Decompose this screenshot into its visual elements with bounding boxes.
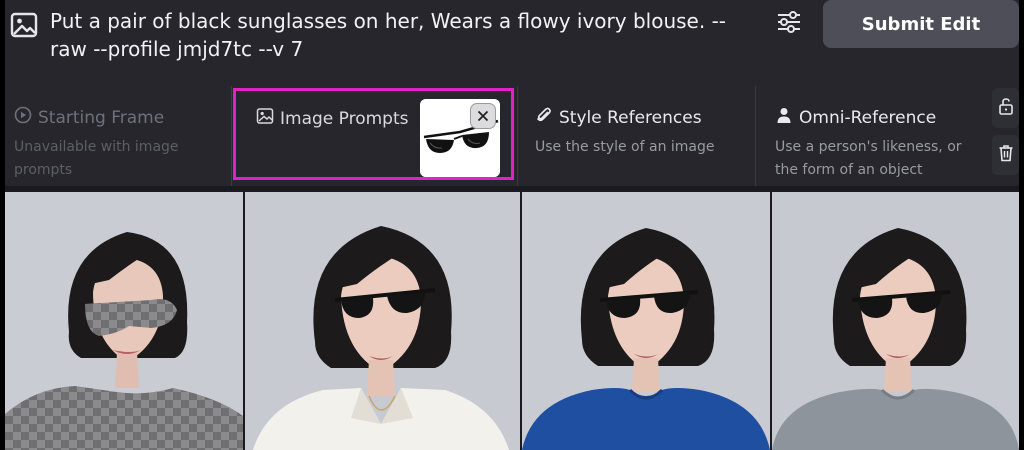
unlock-button[interactable] [992,88,1019,128]
prompt-text[interactable]: Put a pair of black sunglasses on her, W… [50,7,740,63]
close-icon [477,107,489,126]
omni-reference-description: Use a person's likeness, or the form of … [775,139,962,178]
side-tools [992,88,1019,182]
person-icon [775,106,793,130]
result-gallery [5,192,1019,450]
submit-edit-button[interactable]: Submit Edit [823,0,1019,48]
style-references-option[interactable]: Style References Use the style of an ima… [525,86,745,186]
style-references-title: Style References [559,108,702,128]
settings-button[interactable] [773,8,805,40]
divider [231,86,232,186]
starting-frame-description: Unavailable with image prompts [14,139,179,178]
starting-frame-option: Starting Frame Unavailable with image pr… [5,86,228,186]
editor-app: Put a pair of black sunglasses on her, W… [5,0,1019,450]
divider [755,86,756,186]
result-image[interactable] [245,192,520,450]
image-prompts-option[interactable]: Image Prompts [233,88,514,180]
prompt-bar: Put a pair of black sunglasses on her, W… [5,0,1019,86]
image-icon [9,10,39,40]
delete-button[interactable] [992,135,1019,175]
remove-image-prompt-button[interactable] [470,103,496,129]
image-prompt-thumbnail[interactable] [420,99,500,177]
omni-reference-option[interactable]: Omni-Reference Use a person's likeness, … [765,86,987,186]
paperclip-icon [535,106,553,130]
result-image[interactable] [5,192,243,450]
trash-icon [998,144,1014,166]
starting-frame-title: Starting Frame [38,108,165,128]
style-references-description: Use the style of an image [535,139,715,155]
reference-row: Starting Frame Unavailable with image pr… [5,86,1019,186]
omni-reference-title: Omni-Reference [799,108,937,128]
play-circle-icon [14,106,32,130]
result-image[interactable] [772,192,1019,450]
unlock-icon [998,97,1014,119]
sliders-icon [776,10,802,38]
divider [517,86,518,186]
image-prompts-title: Image Prompts [280,109,409,129]
result-image[interactable] [522,192,770,450]
image-prompt-icon [256,107,274,131]
